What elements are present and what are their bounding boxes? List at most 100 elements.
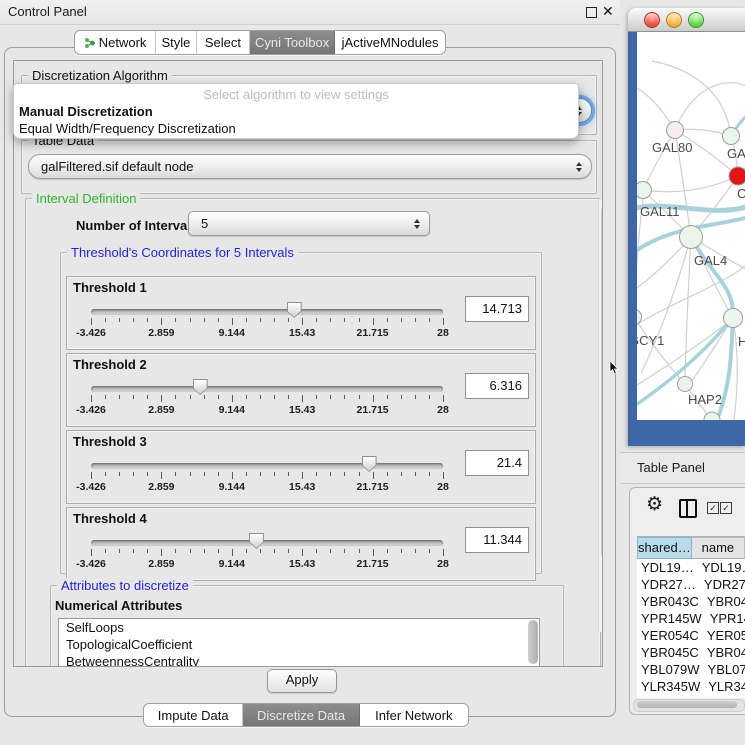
column-header-name[interactable]: name (692, 537, 745, 559)
cell-shared-name: YER054C (637, 627, 699, 644)
slider-tick (443, 549, 444, 556)
slider-tick (373, 318, 374, 325)
close-icon[interactable]: ✕ (602, 3, 614, 20)
checkbox-icon[interactable]: ✓ (707, 502, 719, 514)
network-window-titlebar[interactable] (628, 8, 745, 32)
slider-thumb[interactable] (249, 533, 264, 549)
gear-icon[interactable]: ⚙ (646, 496, 663, 514)
attribute-list-item[interactable]: TopologicalCoefficient (59, 636, 539, 653)
slider-tick (232, 318, 233, 325)
slider-tick (147, 318, 148, 322)
slider-track[interactable] (91, 540, 443, 546)
threshold-rows: Threshold 1-3.4262.8599.14415.4321.71528… (66, 276, 536, 584)
network-node[interactable] (724, 309, 743, 328)
slider-tick (232, 549, 233, 556)
scrollbar-thumb[interactable] (601, 206, 603, 558)
table-data-value: galFiltered.sif default node (41, 159, 193, 174)
slider-tick (316, 395, 317, 399)
network-node[interactable] (723, 128, 740, 145)
vertical-scrollbar[interactable] (598, 199, 603, 632)
popup-item-manual-discretization[interactable]: Manual Discretization (19, 103, 153, 120)
slider-tick (443, 395, 444, 402)
tab-network[interactable]: Network (75, 31, 156, 54)
apply-button[interactable]: Apply (267, 669, 337, 693)
network-node-label: HAP2 (688, 392, 722, 407)
slider-tick (415, 472, 416, 476)
cell-shared-name: YBR045C (637, 644, 699, 661)
slider-tick-label: 9.144 (202, 481, 262, 493)
slider-tick (190, 472, 191, 476)
slider-tick (274, 318, 275, 322)
zoom-traffic-light[interactable] (688, 12, 704, 28)
number-of-intervals-value: 5 (201, 216, 208, 231)
tab-label: Discretize Data (257, 708, 345, 723)
slider-tick (373, 549, 374, 556)
table-body: YDL19…YDL19…YDR27…YDR27…YBR043CYBR043CYP… (637, 559, 745, 698)
horizontal-scrollbar[interactable] (633, 699, 745, 712)
slider-tick-label: 15.43 (272, 558, 332, 570)
tab-impute-data[interactable]: Impute Data (144, 704, 243, 726)
minimize-traffic-light[interactable] (666, 12, 682, 28)
slider-tick-label: 15.43 (272, 327, 332, 339)
tab-discretize-data[interactable]: Discretize Data (243, 704, 359, 726)
tab-jactivemnodules[interactable]: jActiveMNodules (335, 31, 445, 54)
cell-name: YDR27… (696, 576, 745, 593)
network-canvas[interactable]: GAL80GACGAL11GAL4GCY1HHAP2 (637, 31, 745, 420)
slider-thumb[interactable] (193, 379, 208, 395)
network-node[interactable] (680, 226, 703, 249)
tab-style[interactable]: Style (156, 31, 197, 54)
slider-thumb[interactable] (287, 302, 302, 318)
table-row[interactable]: YBR045CYBR045C (637, 644, 745, 661)
tab-cyni-toolbox[interactable]: Cyni Toolbox (250, 31, 335, 54)
slider-tick-label: 2.859 (131, 481, 191, 493)
attribute-list-item[interactable]: SelfLoops (59, 619, 539, 636)
network-node[interactable] (678, 377, 693, 392)
numerical-attributes-label: Numerical Attributes (55, 598, 182, 613)
slider-tick (274, 395, 275, 399)
table-data-combobox[interactable]: galFiltered.sif default node (28, 154, 592, 179)
tab-label: Infer Network (375, 708, 452, 723)
table-row[interactable]: YPR145WYPR145W (637, 610, 745, 627)
network-node[interactable] (637, 182, 652, 199)
table-row[interactable]: YBR043CYBR043C (637, 593, 745, 610)
threshold-value-field[interactable]: 11.344 (465, 527, 529, 553)
column-header-shared-name[interactable]: shared… (637, 537, 692, 559)
slider-track[interactable] (91, 463, 443, 469)
close-traffic-light[interactable] (644, 12, 660, 28)
network-node-label: GA (727, 146, 745, 161)
threshold-label: Threshold 2 (73, 357, 147, 372)
tab-infer-network[interactable]: Infer Network (360, 704, 468, 726)
numerical-attributes-list[interactable]: SelfLoopsTopologicalCoefficientBetweenne… (58, 618, 540, 667)
slider-tick (204, 472, 205, 476)
threshold-value-field[interactable]: 21.4 (465, 450, 529, 476)
network-view-window[interactable]: GAL80GACGAL11GAL4GCY1HHAP2 (628, 8, 745, 446)
threshold-row: Threshold 2-3.4262.8599.14415.4321.71528… (66, 353, 536, 427)
float-window-icon[interactable] (586, 7, 597, 18)
threshold-value-field[interactable]: 14.713 (465, 296, 529, 322)
cell-name: YBR045C (699, 644, 745, 661)
table-row[interactable]: YDL19…YDL19… (637, 559, 745, 576)
scrollbar-thumb[interactable] (637, 701, 737, 708)
number-of-intervals-combobox[interactable]: 5 (188, 211, 430, 236)
tab-select[interactable]: Select (197, 31, 250, 54)
slider-tick-label: 9.144 (202, 558, 262, 570)
attribute-list-item[interactable]: BetweennessCentrality (59, 653, 539, 667)
popup-item-equal-width-frequency[interactable]: Equal Width/Frequency Discretization (19, 120, 236, 137)
slider-thumb[interactable] (362, 456, 377, 472)
table-row[interactable]: YBL079WYBL079W (637, 661, 745, 678)
slider-tick (161, 472, 162, 479)
table-row[interactable]: YLR345WYLR345W (637, 678, 745, 695)
slider-track[interactable] (91, 309, 443, 315)
network-node[interactable] (667, 122, 684, 139)
slider-tick-label: 2.859 (131, 327, 191, 339)
table-row[interactable]: YDR27…YDR27… (637, 576, 745, 593)
split-panel-icon[interactable] (679, 499, 697, 518)
slider-track[interactable] (91, 386, 443, 392)
list-scrollbar-thumb[interactable] (528, 620, 538, 664)
table-row[interactable]: YIL052CYIL052C (637, 695, 745, 698)
checkbox-icon[interactable]: ✓ (720, 502, 732, 514)
mouse-cursor (609, 361, 621, 375)
table-row[interactable]: YER054CYER054C (637, 627, 745, 644)
threshold-value-field[interactable]: 6.316 (465, 373, 529, 399)
network-node[interactable] (729, 167, 745, 185)
